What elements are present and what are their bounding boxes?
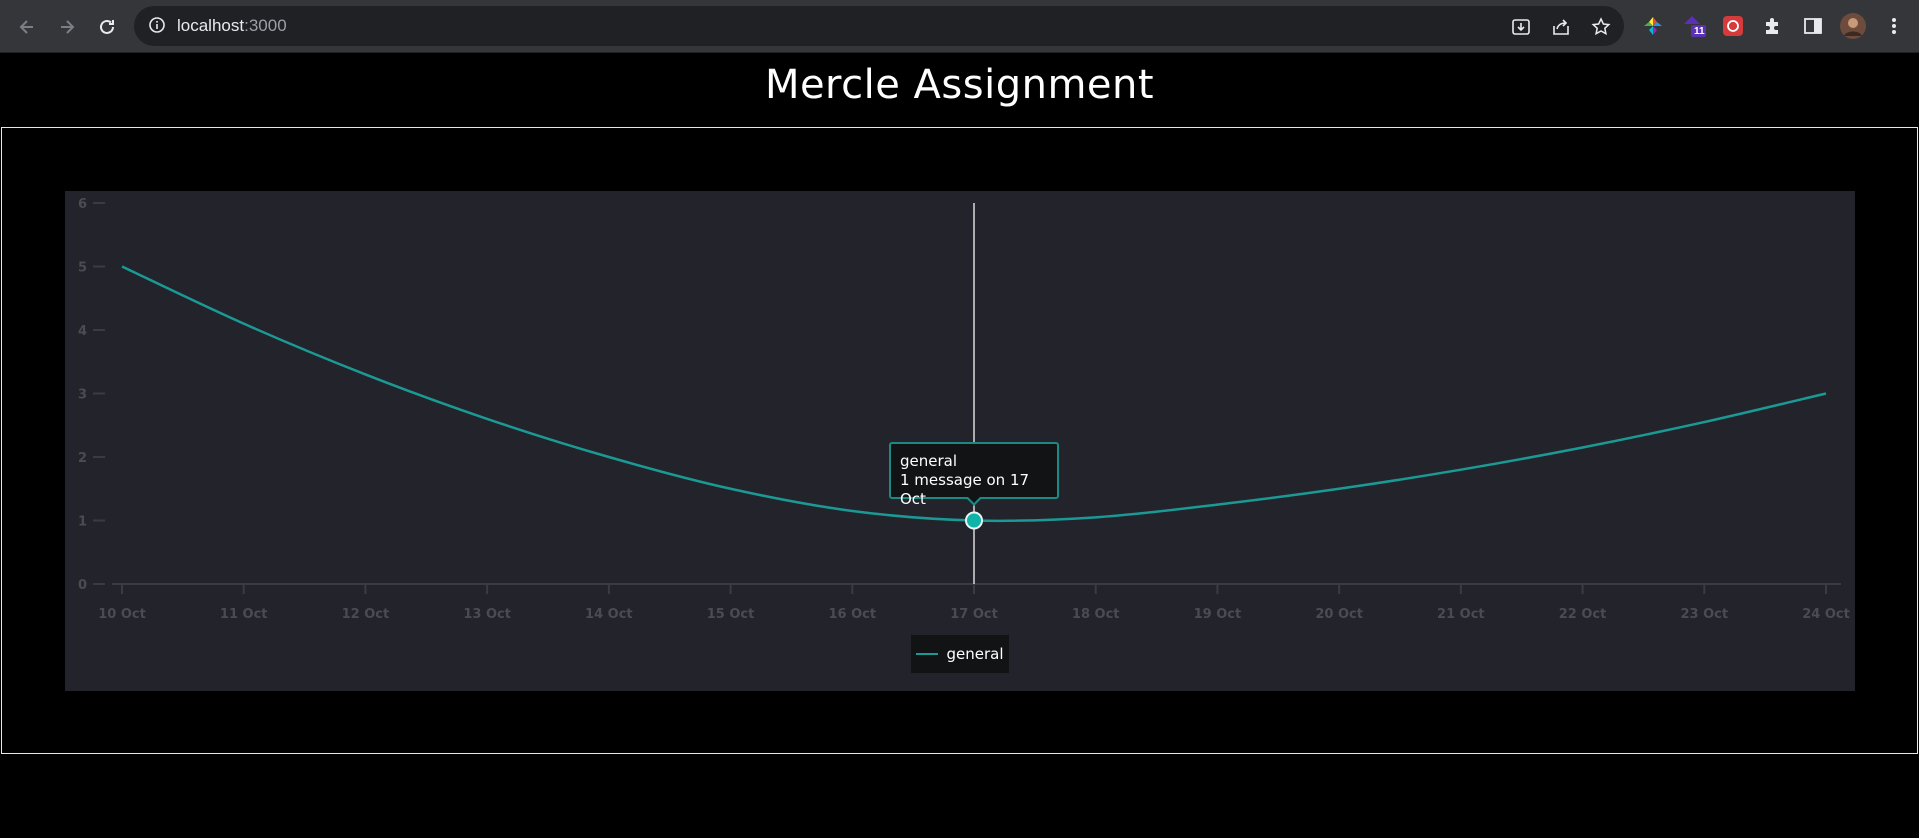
line-chart[interactable]: 0 1 2 3 4 5 6 10 Oct 11 Oct 12 Oct 13 Oct 14 Oct 15 … [65, 191, 1855, 691]
x-tick-label: 15 Oct [707, 607, 755, 622]
y-tick-label: 3 [78, 388, 87, 403]
back-button[interactable] [11, 11, 43, 43]
reload-button[interactable] [91, 11, 123, 43]
forward-arrow-icon [61, 20, 75, 34]
address-bar[interactable]: localhost:3000 [134, 6, 1624, 46]
x-tick-label: 17 Oct [950, 607, 998, 622]
install-app-icon[interactable] [1510, 16, 1532, 38]
profile-avatar[interactable] [1838, 11, 1868, 41]
x-tick-label: 20 Oct [1315, 607, 1363, 622]
y-tick-label: 6 [78, 197, 87, 212]
x-tick-label: 10 Oct [98, 607, 146, 622]
y-tick-label: 4 [78, 324, 87, 339]
x-tick-label: 21 Oct [1437, 607, 1485, 622]
browser-toolbar: localhost:3000 11 [0, 0, 1919, 53]
x-tick-label: 12 Oct [342, 607, 390, 622]
extension-badge-count: 11 [1694, 26, 1705, 37]
x-tick-label: 13 Oct [463, 607, 511, 622]
url-port: :3000 [244, 16, 287, 35]
url-text: localhost:3000 [177, 16, 287, 36]
page-title: Mercle Assignment [764, 62, 1155, 108]
x-tick-label: 24 Oct [1802, 607, 1850, 622]
tooltip-arrow-inner [968, 497, 980, 503]
x-tick-label: 16 Oct [828, 607, 876, 622]
tooltip-series: general [900, 452, 958, 470]
side-panel-icon[interactable] [1798, 11, 1828, 41]
url-host: localhost [177, 16, 245, 35]
chart-panel: 0 1 2 3 4 5 6 10 Oct 11 Oct 12 Oct 13 Oct 14 Oct 15 … [65, 191, 1855, 691]
y-tick-label: 5 [78, 261, 87, 276]
x-tick-label: 19 Oct [1194, 607, 1242, 622]
chart-tooltip: general 1 message on 17 Oct [889, 442, 1059, 508]
legend-swatch [916, 653, 939, 655]
x-tick-label: 22 Oct [1559, 607, 1607, 622]
reload-icon [100, 19, 114, 34]
share-icon[interactable] [1550, 16, 1572, 38]
x-tick-label: 11 Oct [220, 607, 268, 622]
red-extension-icon[interactable] [1718, 11, 1748, 41]
badge-extension-icon[interactable]: 11 [1679, 11, 1709, 41]
highlighted-data-point [965, 511, 983, 530]
chart-legend[interactable]: general [911, 635, 1009, 673]
legend-label: general [946, 645, 1004, 663]
x-tick-label: 14 Oct [585, 607, 633, 622]
x-tick-label: 18 Oct [1072, 607, 1120, 622]
browser-menu-icon[interactable] [1879, 11, 1909, 41]
bookmark-star-icon[interactable] [1590, 16, 1612, 38]
extensions-puzzle-icon[interactable] [1758, 11, 1788, 41]
site-info-icon[interactable] [148, 16, 166, 39]
y-tick-label: 1 [78, 515, 87, 530]
back-arrow-icon [19, 20, 33, 34]
forward-button[interactable] [51, 11, 83, 43]
color-extension-icon[interactable] [1638, 11, 1668, 41]
y-tick-label: 2 [78, 451, 87, 466]
x-tick-label: 23 Oct [1680, 607, 1728, 622]
y-tick-label: 0 [78, 578, 87, 593]
